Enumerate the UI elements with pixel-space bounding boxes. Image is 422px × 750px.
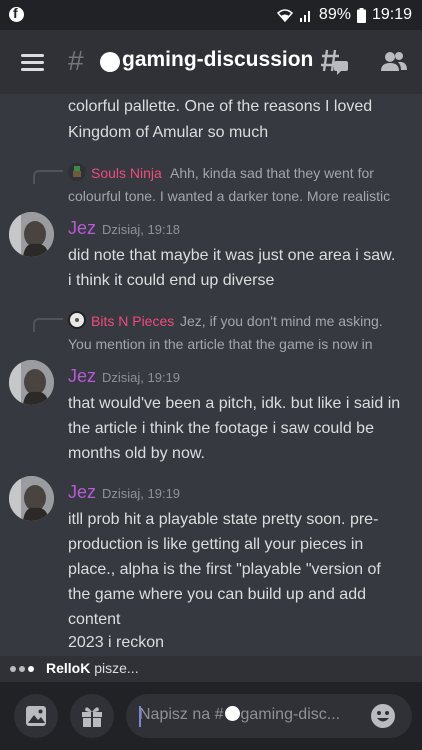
emoji-button[interactable]: [370, 703, 396, 729]
reply-preview-text[interactable]: colourful tone. I wanted a darker tone. …: [68, 185, 390, 207]
message-text-line: 2023 i reckon: [68, 634, 165, 651]
facebook-notification-icon: [9, 5, 24, 22]
message-text-line: production is like getting all your piec…: [68, 536, 364, 553]
reply-preview-text[interactable]: You mention in the article that the game…: [68, 333, 373, 355]
message-composer: Napisz na # gaming-disc...: [0, 682, 422, 750]
message-text-line: months old by now.: [68, 445, 205, 462]
reply-avatar-souls-ninja: [68, 163, 86, 181]
attach-image-button[interactable]: [14, 694, 58, 738]
typing-label: pisze...: [90, 660, 139, 676]
battery-icon: [356, 7, 366, 23]
reply-author[interactable]: Souls Ninja: [91, 164, 162, 182]
status-bar: 89% 19:19: [0, 0, 422, 30]
message-list[interactable]: colorful pallette. One of the reasons I …: [0, 94, 422, 656]
message-author[interactable]: Jez: [68, 365, 96, 387]
signal-icon: [299, 11, 310, 22]
message-text-line: Kingdom of Amular so much: [68, 124, 269, 141]
typing-text: RelloK pisze...: [46, 660, 139, 676]
gift-button[interactable]: [70, 694, 114, 738]
typing-indicator: RelloK pisze...: [0, 656, 422, 682]
message-timestamp: Dzisiaj, 19:19: [102, 370, 181, 385]
channel-hash-icon: #: [68, 45, 84, 76]
message-author[interactable]: Jez: [68, 481, 96, 503]
channel-emoji-circle: [224, 706, 240, 721]
wifi-icon: [276, 9, 293, 22]
reply-preview-text[interactable]: Ahh, kinda sad that they went for: [170, 162, 374, 184]
typing-user: RelloK: [46, 660, 91, 676]
members-icon: [381, 52, 407, 71]
avatar[interactable]: [9, 212, 54, 257]
message-author[interactable]: Jez: [68, 217, 96, 239]
message-text-line: the article i think the footage i saw co…: [68, 420, 374, 437]
reply-preview-text[interactable]: Jez, if you don't mind me asking.: [180, 310, 383, 332]
threads-icon: [321, 49, 348, 75]
message-text-line: that would've been a pitch, idk. but lik…: [68, 395, 401, 412]
hamburger-icon: [21, 54, 44, 57]
message-text-line: the game where you can build up and add: [68, 586, 366, 603]
threads-button[interactable]: [320, 47, 350, 77]
reply-avatar-bits-n-pieces: [68, 311, 86, 329]
avatar[interactable]: [9, 360, 54, 405]
avatar[interactable]: [9, 476, 54, 521]
reply-connector: [33, 170, 63, 184]
battery-percent: 89%: [318, 6, 351, 23]
message-text-line: place., alpha is the first "playable "ve…: [68, 561, 381, 578]
image-icon: [26, 706, 46, 726]
status-icons: 89% 19:19: [276, 5, 412, 25]
message-text-line: content: [68, 611, 121, 628]
message-text-line: itll prob hit a playable state pretty so…: [68, 511, 379, 528]
reply-connector: [33, 318, 63, 332]
message-input[interactable]: Napisz na # gaming-disc...: [126, 694, 412, 738]
emoji-icon: [371, 704, 395, 728]
menu-button[interactable]: [21, 52, 45, 72]
message-timestamp: Dzisiaj, 19:18: [102, 222, 181, 237]
members-button[interactable]: [380, 49, 408, 75]
message-text-line: colorful pallette. One of the reasons I …: [68, 98, 373, 115]
message-input-placeholder: Napisz na # gaming-disc...: [139, 706, 341, 723]
gift-icon: [82, 707, 102, 727]
text-caret: [139, 706, 141, 727]
clock: 19:19: [371, 6, 412, 23]
message-text-line: did note that maybe it was just one area…: [68, 247, 396, 264]
channel-emoji-circle: [100, 52, 120, 72]
message-timestamp: Dzisiaj, 19:19: [102, 486, 181, 501]
channel-title: gaming-discussion: [122, 48, 314, 71]
channel-header: # gaming-discussion: [0, 30, 422, 94]
typing-dots-icon: [10, 666, 34, 672]
message-text-line: i think it could end up diverse: [68, 272, 275, 289]
reply-author[interactable]: Bits N Pieces: [91, 312, 174, 330]
